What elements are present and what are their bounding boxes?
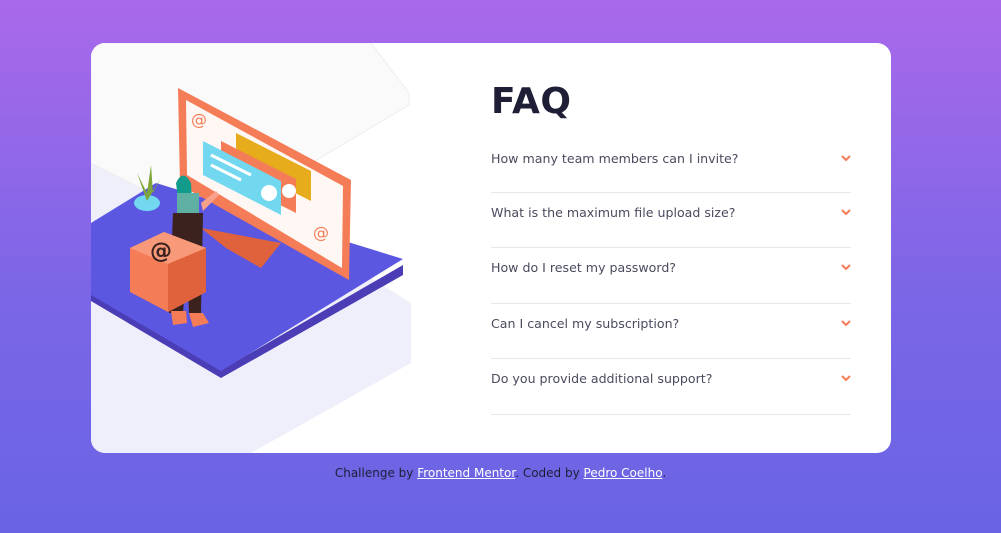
chevron-down-icon[interactable] [841,209,851,216]
chevron-down-icon[interactable] [841,375,851,382]
page-title: FAQ [491,81,572,122]
faq-question[interactable]: How do I reset my password? [491,260,676,275]
faq-question[interactable]: Can I cancel my subscription? [491,316,679,331]
attribution-footer: Challenge by Frontend Mentor. Coded by P… [0,466,1001,480]
author-link[interactable]: Pedro Coelho [584,466,663,480]
faq-card: @ @ @ FAQ How many team members can I in… [91,43,891,453]
chevron-down-icon[interactable] [841,320,851,327]
faq-question[interactable]: Do you provide additional support? [491,371,712,386]
faq-question[interactable]: How many team members can I invite? [491,151,739,166]
at-sign-box-icon: @ [130,232,206,312]
chevron-down-icon[interactable] [841,264,851,271]
faq-item[interactable]: How do I reset my password? [491,248,851,304]
attribution-suffix: . [662,466,667,480]
faq-item[interactable]: How many team members can I invite? [491,139,851,193]
faq-item[interactable]: Can I cancel my subscription? [491,304,851,360]
faq-item[interactable]: What is the maximum file upload size? [491,193,851,249]
svg-text:@: @ [150,239,172,264]
faq-section: FAQ How many team members can I invite? … [491,81,851,415]
attribution-prefix: Challenge by [334,466,418,480]
attribution-middle: . Coded by [515,466,584,480]
svg-text:@: @ [191,110,207,129]
faq-item[interactable]: Do you provide additional support? [491,359,851,415]
svg-text:@: @ [313,223,329,242]
frontend-mentor-link[interactable]: Frontend Mentor [417,466,515,480]
chevron-down-icon[interactable] [841,155,851,162]
faq-question[interactable]: What is the maximum file upload size? [491,205,735,220]
